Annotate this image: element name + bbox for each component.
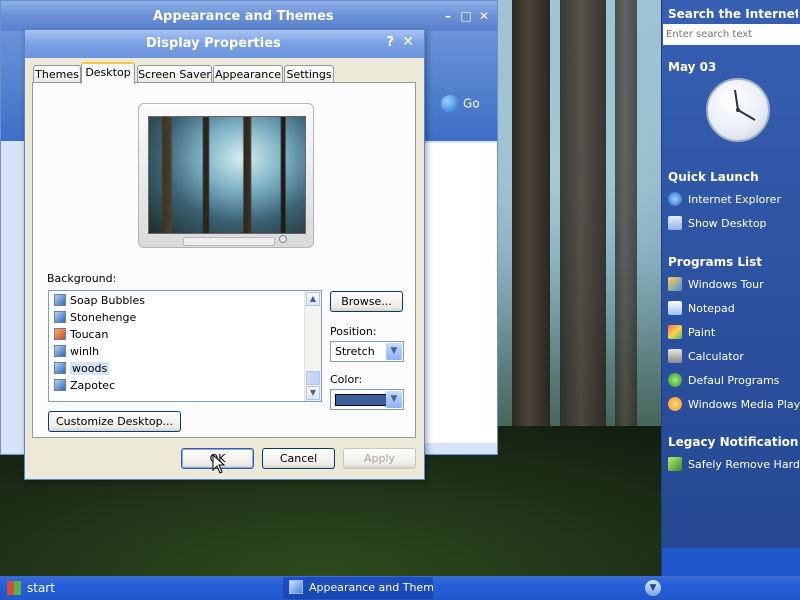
tab-desktop[interactable]: Desktop xyxy=(81,62,135,84)
tab-settings[interactable]: Settings xyxy=(284,65,334,82)
sidebar-item-notepad[interactable]: Notepad xyxy=(668,300,800,318)
safely-remove-hardware-icon xyxy=(668,457,682,471)
image-file-icon xyxy=(54,379,66,391)
list-item-selected[interactable]: woods xyxy=(54,361,110,377)
window-icon xyxy=(289,580,303,594)
media-player-icon xyxy=(668,397,682,411)
image-file-icon xyxy=(54,328,66,340)
color-label: Color: xyxy=(330,373,363,386)
position-label: Position: xyxy=(330,325,377,338)
show-desktop-icon xyxy=(668,216,682,230)
list-item[interactable]: Toucan xyxy=(54,327,108,343)
list-item[interactable]: Zapotec xyxy=(54,378,115,394)
default-programs-icon xyxy=(668,373,682,387)
windows-tour-icon xyxy=(668,277,682,291)
clock-icon xyxy=(706,78,770,142)
tab-appearance[interactable]: Appearance xyxy=(213,65,283,82)
scroll-up-icon[interactable]: ▲ xyxy=(306,292,320,306)
sidebar-footer xyxy=(662,548,800,576)
background-label: Background: xyxy=(47,272,117,285)
paint-icon xyxy=(668,325,682,339)
windows-sidebar: Search the Internet Enter search text Ma… xyxy=(661,0,800,576)
go-icon xyxy=(441,95,459,113)
list-item[interactable]: Stonehenge xyxy=(54,310,136,326)
tab-screen-saver[interactable]: Screen Saver xyxy=(137,65,212,82)
calculator-icon xyxy=(668,349,682,363)
image-file-icon xyxy=(54,294,66,306)
mouse-pointer-icon xyxy=(212,454,226,474)
list-item[interactable]: winlh xyxy=(54,344,99,360)
quick-launch-title: Quick Launch xyxy=(668,170,759,184)
image-file-icon xyxy=(54,311,66,323)
programs-list-title: Programs List xyxy=(668,255,763,269)
close-button[interactable]: ✕ xyxy=(477,9,491,23)
chevron-down-icon[interactable]: ▼ xyxy=(386,343,402,360)
dialog-title: Display Properties xyxy=(146,36,281,51)
sidebar-item-default-programs[interactable]: Defaul Programs xyxy=(668,372,800,390)
windows-flag-icon xyxy=(7,581,21,595)
position-value: Stretch xyxy=(335,345,375,358)
list-item[interactable]: Soap Bubbles xyxy=(54,293,145,309)
window-content xyxy=(421,143,497,443)
color-swatch xyxy=(335,394,387,406)
background-list[interactable]: Soap Bubbles Stonehenge Toucan winlh woo… xyxy=(48,290,322,402)
dialog-close-button[interactable]: ✕ xyxy=(402,34,414,50)
legacy-notifications-title: Legacy Notifications xyxy=(668,435,798,449)
sidebar-item-internet-explorer[interactable]: Internet Explorer xyxy=(668,191,800,209)
start-button[interactable]: start xyxy=(0,576,96,600)
window-titlebar[interactable]: Appearance and Themes – □ ✕ xyxy=(1,1,497,31)
go-button[interactable]: Go xyxy=(441,95,480,113)
monitor-base xyxy=(183,237,275,246)
dialog-titlebar[interactable]: Display Properties ? ✕ xyxy=(25,30,424,58)
color-picker[interactable]: ▼ xyxy=(330,389,404,410)
display-properties-dialog[interactable]: Display Properties ? ✕ Themes Desktop Sc… xyxy=(24,29,425,480)
taskbar-item-appearance-themes[interactable]: Appearance and Themes xyxy=(283,577,433,599)
sidebar-item-windows-tour[interactable]: Windows Tour xyxy=(668,276,800,294)
minimize-button[interactable]: – xyxy=(441,9,455,23)
sidebar-item-windows-media-player[interactable]: Windows Media Player xyxy=(668,396,800,414)
image-file-icon xyxy=(54,362,66,374)
sidebar-item-show-desktop[interactable]: Show Desktop xyxy=(668,215,800,233)
cancel-button[interactable]: Cancel xyxy=(262,448,335,469)
internet-explorer-icon xyxy=(668,192,682,206)
help-button[interactable]: ? xyxy=(386,35,394,50)
scroll-down-icon[interactable]: ▼ xyxy=(306,386,320,400)
clock-hands xyxy=(734,89,756,121)
position-select[interactable]: Stretch ▼ xyxy=(330,341,404,362)
scroll-thumb[interactable] xyxy=(306,371,320,385)
wallpaper-preview xyxy=(148,116,306,234)
desktop-tab-panel: Background: Soap Bubbles Stonehenge Touc… xyxy=(32,82,416,438)
notepad-icon xyxy=(668,301,682,315)
customize-desktop-button[interactable]: Customize Desktop... xyxy=(48,411,181,432)
image-file-icon xyxy=(54,345,66,357)
date-label: May 03 xyxy=(668,60,717,74)
window-title: Appearance and Themes xyxy=(153,9,334,24)
list-scrollbar[interactable]: ▲ ▼ xyxy=(304,291,321,401)
sidebar-item-calculator[interactable]: Calculator xyxy=(668,348,800,366)
maximize-button[interactable]: □ xyxy=(459,9,473,23)
taskbar: start Appearance and Themes ▼ xyxy=(0,576,800,600)
sidebar-item-safely-remove-hardware[interactable]: Safely Remove Hardware xyxy=(668,456,800,474)
go-label: Go xyxy=(463,96,480,111)
chevron-down-icon[interactable]: ▼ xyxy=(645,580,661,596)
monitor-preview xyxy=(138,103,314,248)
tab-themes[interactable]: Themes xyxy=(33,65,81,82)
search-input[interactable]: Enter search text xyxy=(663,24,800,45)
monitor-power-icon xyxy=(279,235,287,243)
browse-button[interactable]: Browse... xyxy=(330,291,403,312)
apply-button[interactable]: Apply xyxy=(343,448,416,469)
sidebar-item-paint[interactable]: Paint xyxy=(668,324,800,342)
search-gadget-title: Search the Internet xyxy=(668,7,798,21)
chevron-down-icon[interactable]: ▼ xyxy=(386,391,402,408)
